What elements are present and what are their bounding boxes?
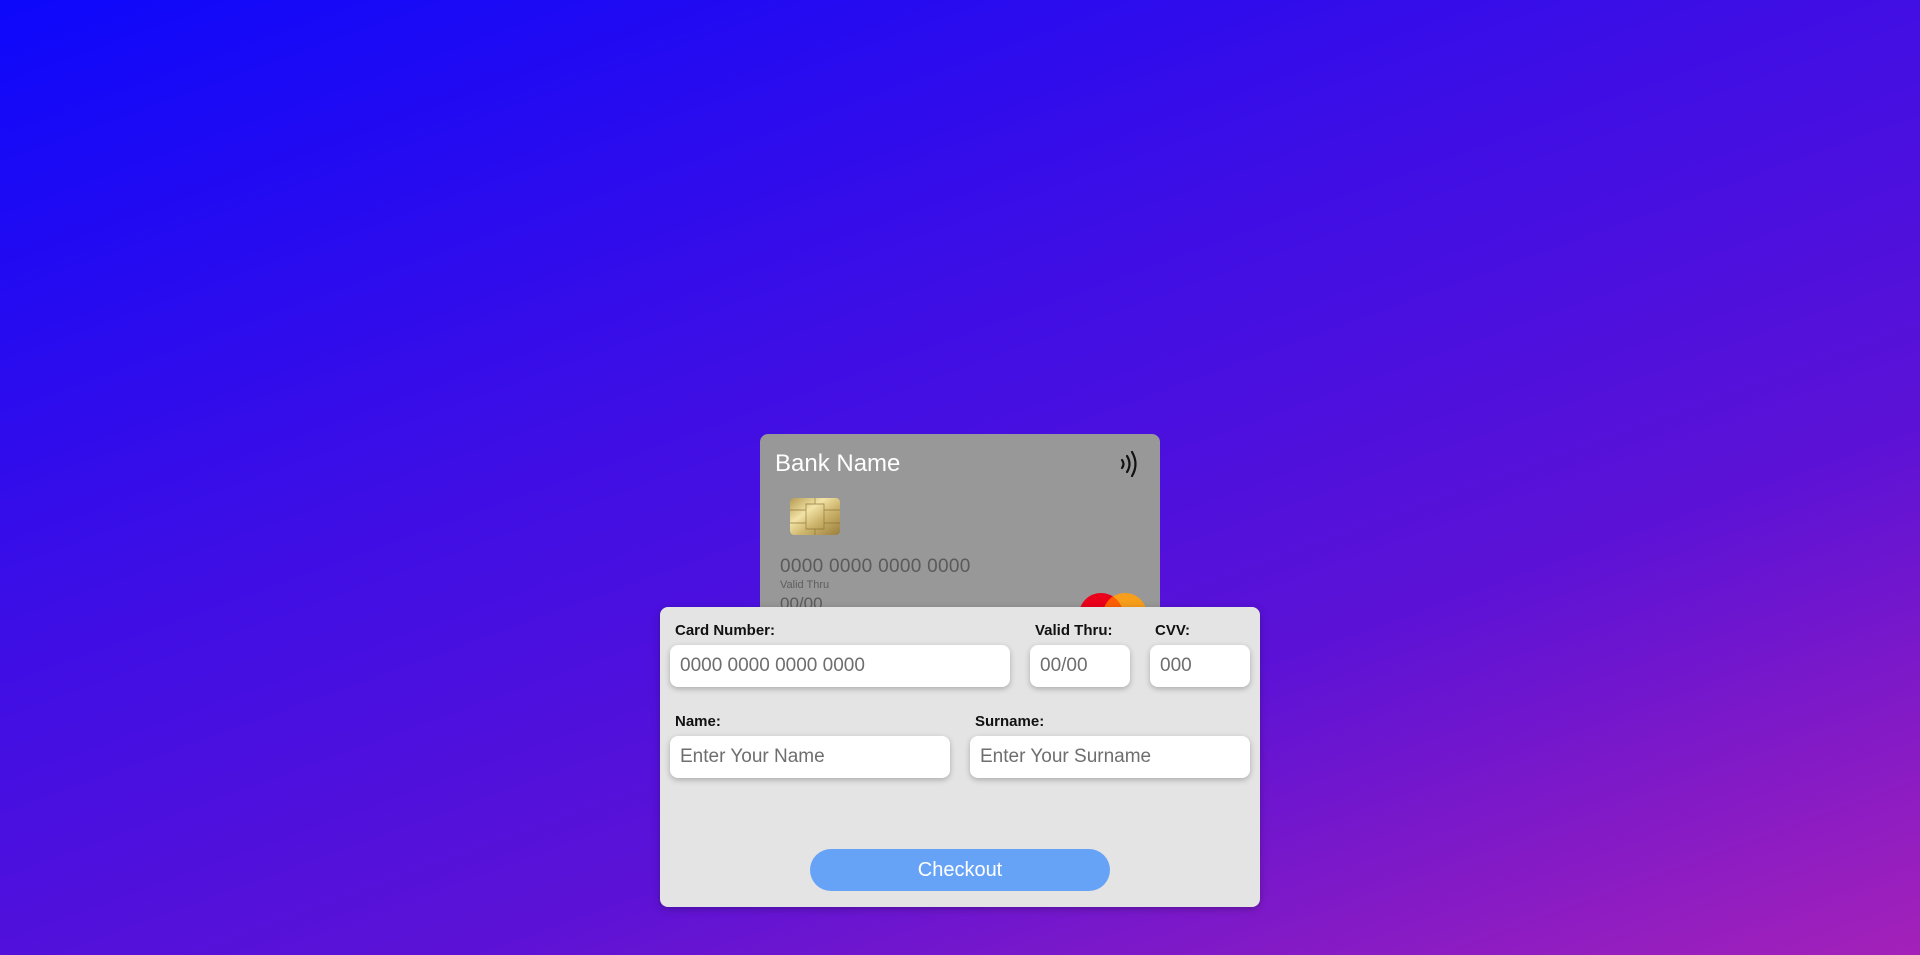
bank-name: Bank Name <box>775 450 901 477</box>
card-number-label: Card Number: <box>675 622 776 639</box>
valid-thru-label: Valid Thru <box>780 579 830 591</box>
chip-icon <box>790 498 840 535</box>
name-input[interactable] <box>670 736 950 778</box>
payment-form: Card Number: Valid Thru: CVV: Name: Surn… <box>660 607 1260 907</box>
valid-thru-label: Valid Thru: <box>1035 622 1113 639</box>
contactless-icon <box>1120 450 1137 478</box>
name-label: Name: <box>675 713 721 730</box>
surname-input[interactable] <box>970 736 1250 778</box>
card-number-input[interactable] <box>670 645 1010 687</box>
card-number-display: 0000 0000 0000 0000 <box>780 556 971 577</box>
valid-thru-input[interactable] <box>1030 645 1130 687</box>
surname-label: Surname: <box>975 713 1045 730</box>
cvv-input[interactable] <box>1150 645 1250 687</box>
checkout-button[interactable]: Checkout <box>810 849 1110 891</box>
cvv-label: CVV: <box>1155 622 1191 639</box>
